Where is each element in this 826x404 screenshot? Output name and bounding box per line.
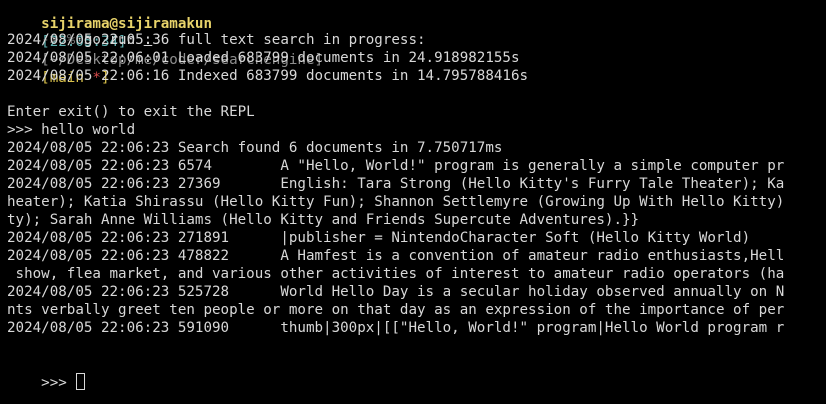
output-line: heater); Katia Shirassu (Hello Kitty Fun… — [7, 194, 785, 210]
output-line: show, flea market, and various other act… — [7, 266, 785, 282]
output-line: ty); Sarah Anne Williams (Hello Kitty an… — [7, 212, 640, 228]
output-line: 2024/08/05 22:06:23 27369 English: Tara … — [7, 176, 785, 192]
output-line: 2024/08/05 22:06:23 Search found 6 docum… — [7, 140, 503, 156]
output-line: 2024/08/05 22:06:16 Indexed 683799 docum… — [7, 68, 529, 84]
output-line: 2024/08/05 22:06:23 271891 |publisher = … — [7, 230, 751, 246]
command-line: -> % go run . — [7, 13, 152, 48]
output-line: 2024/08/05 22:06:01 Loaded 683799 docume… — [7, 50, 520, 66]
output-line: 2024/08/05 22:06:23 478822 A Hamfest is … — [7, 248, 785, 264]
text-cursor[interactable] — [76, 373, 86, 390]
output-line: 2024/08/05 22:06:23 525728 World Hello D… — [7, 284, 785, 300]
repl-input-line[interactable]: >>> — [7, 355, 86, 391]
terminal-window[interactable]: sijirama@sijiramakun [22:05:34] [~/Deskt… — [0, 0, 826, 404]
output-line: 2024/08/05 22:06:23 591090 thumb|300px|[… — [7, 320, 785, 336]
output-line: 2024/08/05 22:06:23 6574 A "Hello, World… — [7, 158, 785, 174]
output-line: Enter exit() to exit the REPL — [7, 104, 255, 120]
output-line: nts verbally greet ten people or more on… — [7, 302, 785, 318]
repl-prompt: >>> — [41, 375, 76, 391]
output-line: >>> hello world — [7, 122, 136, 138]
output-line: 2024/08/05 22:05:36 full text search in … — [7, 32, 426, 48]
